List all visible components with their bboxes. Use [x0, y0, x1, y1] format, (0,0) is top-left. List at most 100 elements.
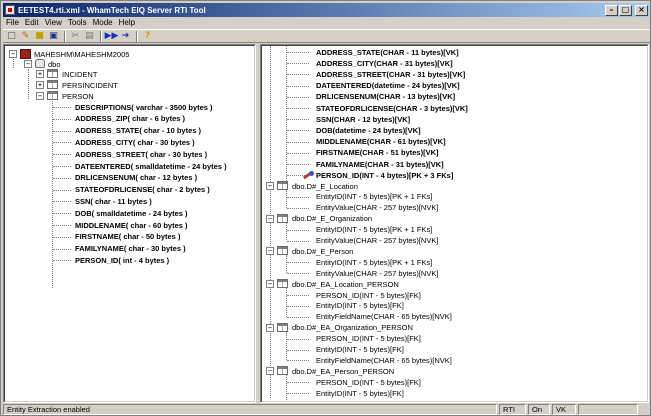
tree-field[interactable]: DRLICENSENUM( char - 12 bytes )	[75, 173, 197, 183]
menu-view[interactable]: View	[42, 17, 65, 28]
tree-field[interactable]: ADDRESS_STATE(CHAR - 11 bytes)[VK]	[316, 47, 459, 57]
tree-field[interactable]: EntityValue(CHAR - 257 bytes)[NVK]	[316, 236, 438, 246]
tree-field[interactable]: EntityID(INT - 5 bytes)[FK]	[316, 301, 404, 311]
tree-field[interactable]: EntityID(INT - 5 bytes)[PK + 1 FKs]	[316, 225, 432, 235]
table-icon	[277, 246, 288, 256]
tree-table-incident[interactable]: INCIDENT	[62, 69, 97, 79]
menu-mode[interactable]: Mode	[90, 17, 116, 28]
expand-icon[interactable]: +	[36, 70, 44, 78]
tree-field[interactable]: ADDRESS_STATE( char - 10 bytes )	[75, 126, 201, 136]
expand-icon[interactable]: +	[36, 81, 44, 89]
collapse-icon[interactable]: −	[266, 247, 274, 256]
collapse-icon[interactable]: −	[266, 182, 274, 190]
tree-table[interactable]: dbo.D#_E_Person	[292, 246, 353, 256]
tree-field[interactable]: FAMILYNAME(CHAR - 31 bytes)[VK]	[316, 159, 444, 169]
menu-bar: File Edit View Tools Mode Help	[3, 17, 138, 28]
tree-field[interactable]: EntityID(INT - 5 bytes)[PK + 1 FKs]	[316, 257, 432, 267]
toolbar-separator	[136, 30, 138, 42]
help-icon[interactable]: ?	[141, 30, 154, 42]
tree-field[interactable]: EntityID(INT - 5 bytes)[FK]	[316, 388, 404, 398]
tree-table[interactable]: dbo.D#_E_Organization	[292, 214, 372, 224]
table-icon	[47, 91, 58, 100]
tree-field[interactable]: EntityFieldName(CHAR - 65 bytes)[NVK]	[316, 399, 452, 402]
tree-line	[287, 96, 309, 98]
source-schema-tree[interactable]: − MAHESHM\MAHESHM2005 − dbo + INCIDENT +…	[3, 44, 256, 403]
collapse-icon[interactable]: −	[36, 92, 44, 100]
tree-table-persincident[interactable]: PERSINCIDENT	[62, 80, 118, 90]
status-bar: Entity Extraction enabled RTI On VK	[3, 404, 650, 416]
collapse-icon[interactable]: −	[24, 60, 32, 68]
tree-field[interactable]: ADDRESS_STREET(CHAR - 31 bytes)[VK]	[316, 69, 465, 79]
open-folder-icon[interactable]: ■	[33, 30, 46, 42]
menu-help[interactable]: Help	[116, 17, 138, 28]
tree-field[interactable]: DATEENTERED(datetime - 24 bytes)[VK]	[316, 81, 460, 91]
tree-field[interactable]: FAMILYNAME( char - 30 bytes )	[75, 244, 186, 254]
close-button[interactable]: ×	[635, 4, 648, 16]
status-empty	[578, 404, 638, 415]
copy-icon[interactable]: ▤	[83, 30, 96, 42]
tree-field[interactable]: ADDRESS_CITY(CHAR - 31 bytes)[VK]	[316, 58, 453, 68]
collapse-icon[interactable]: −	[266, 323, 274, 332]
tree-line	[286, 190, 287, 208]
tree-field[interactable]: DRLICENSENUM(CHAR - 13 bytes)[VK]	[316, 92, 455, 102]
tree-field[interactable]: EntityFieldName(CHAR - 65 bytes)[NVK]	[316, 312, 452, 322]
tree-table-person[interactable]: PERSON	[62, 91, 94, 101]
tree-line	[287, 141, 309, 143]
tree-server[interactable]: MAHESHM\MAHESHM2005	[34, 49, 129, 59]
tree-field[interactable]: ADDRESS_STREET( char - 30 bytes )	[75, 149, 207, 159]
collapse-icon[interactable]: −	[266, 214, 274, 223]
collapse-icon[interactable]: −	[9, 50, 17, 58]
collapse-icon[interactable]: −	[266, 280, 274, 289]
tree-field[interactable]: FIRSTNAME(CHAR - 51 bytes)[VK]	[316, 148, 439, 158]
tree-field[interactable]: EntityFieldName(CHAR - 65 bytes)[NVK]	[316, 355, 452, 365]
save-icon[interactable]: ▣	[47, 30, 60, 42]
new-file-icon[interactable]: □	[5, 30, 18, 42]
tree-schema[interactable]: dbo	[48, 59, 61, 69]
tree-line	[53, 201, 71, 203]
tree-field[interactable]: STATEOFDRLICENSE( char - 2 bytes )	[75, 185, 210, 195]
collapse-icon[interactable]: −	[266, 367, 274, 376]
tree-field[interactable]: DOB( smalldatetime - 24 bytes )	[75, 208, 188, 218]
title-bar: EETEST4.rti.xml - WhamTech EIQ Server RT…	[3, 3, 650, 17]
maximize-button[interactable]: □	[619, 4, 632, 16]
tree-field[interactable]: STATEOFDRLICENSE(CHAR - 3 bytes)[VK]	[316, 103, 468, 113]
tree-line	[286, 375, 287, 401]
menu-edit[interactable]: Edit	[22, 17, 42, 28]
tree-field[interactable]: PERSON_ID( int - 4 bytes )	[75, 255, 169, 265]
tree-table[interactable]: dbo.D#_EA_Location_PERSON	[292, 279, 399, 289]
tree-field[interactable]: PERSON_ID(INT - 5 bytes)[FK]	[316, 334, 421, 344]
tree-table[interactable]: dbo.D#_EA_Organization_PERSON	[292, 323, 413, 333]
tree-field[interactable]: MIDDLENAME(CHAR - 61 bytes)[VK]	[316, 137, 446, 147]
tree-field[interactable]: PERSON_ID(INT - 4 bytes)[PK + 3 FKs]	[316, 170, 453, 180]
tree-field[interactable]: DATEENTERED( smalldatetime - 24 bytes )	[75, 161, 227, 171]
arrow-right-icon[interactable]: ➔	[119, 30, 132, 42]
toolbar: □ ✎ ■ ▣ ✂ ▤ ▶▶ ➔ ?	[3, 29, 650, 43]
tree-field[interactable]: FIRSTNAME( char - 50 bytes )	[75, 232, 180, 242]
target-schema-tree[interactable]: ADDRESS_STATE(CHAR - 11 bytes)[VK] ADDRES…	[260, 44, 649, 403]
tree-field[interactable]: SSN( char - 11 bytes )	[75, 196, 152, 206]
window-title: EETEST4.rti.xml - WhamTech EIQ Server RT…	[18, 5, 206, 15]
tree-field[interactable]: ADDRESS_ZIP( char - 6 bytes )	[75, 114, 185, 124]
tree-field[interactable]: EntityValue(CHAR - 257 bytes)[NVK]	[316, 268, 438, 278]
tree-line	[287, 393, 309, 395]
tree-field[interactable]: EntityID(INT - 5 bytes)[FK]	[316, 345, 404, 355]
cut-icon[interactable]: ✂	[69, 30, 82, 42]
menu-tools[interactable]: Tools	[65, 17, 90, 28]
tree-field[interactable]: EntityID(INT - 5 bytes)[PK + 1 FKs]	[316, 192, 432, 202]
tree-table[interactable]: dbo.D#_EA_Person_PERSON	[292, 366, 394, 376]
tree-field[interactable]: PERSON_ID(INT - 5 bytes)[FK]	[316, 290, 421, 300]
tree-line	[53, 248, 71, 250]
tree-field[interactable]: DESCRIPTIONS( varchar - 3500 bytes )	[75, 102, 213, 112]
tree-field[interactable]: SSN(CHAR - 12 bytes)[VK]	[316, 114, 410, 124]
tree-table[interactable]: dbo.D#_E_Location	[292, 181, 358, 191]
tree-field[interactable]: ADDRESS_CITY( char - 30 bytes )	[75, 137, 195, 147]
tree-field[interactable]: DOB(datetime - 24 bytes)[VK]	[316, 125, 421, 135]
tree-line	[53, 107, 71, 108]
tree-field[interactable]: MIDDLENAME( char - 60 bytes )	[75, 220, 188, 230]
tree-field[interactable]: EntityValue(CHAR - 257 bytes)[NVK]	[316, 203, 438, 213]
run-all-icon[interactable]: ▶▶	[105, 30, 119, 42]
minimize-button[interactable]: –	[605, 4, 618, 16]
tree-field[interactable]: PERSON_ID(INT - 5 bytes)[FK]	[316, 377, 421, 387]
edit-pencil-icon[interactable]: ✎	[19, 30, 32, 42]
menu-file[interactable]: File	[3, 17, 22, 28]
